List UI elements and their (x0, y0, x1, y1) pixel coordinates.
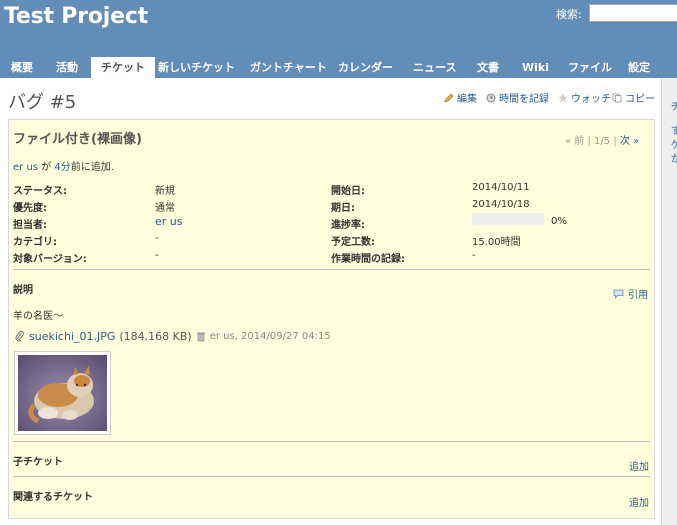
attr-value-priority: 通常 (155, 203, 175, 214)
attachment-size: (184.168 KB) (119, 330, 192, 343)
search-input[interactable] (589, 4, 677, 22)
quote-label: 引用 (628, 290, 648, 301)
attr-value-target-version: - (155, 250, 159, 261)
log-time-button[interactable]: 時間を記録 (486, 90, 549, 105)
description-body: 羊の名医～ (13, 311, 63, 322)
attr-value-spent-time: - (472, 250, 476, 261)
add-subtask-link[interactable]: 追加 (629, 458, 649, 473)
attr-label-estimated-time: 予定工数: (331, 237, 375, 248)
attachment-thumbnail[interactable] (14, 351, 111, 435)
tab-activity[interactable]: 活動 (56, 57, 78, 78)
tab-gantt[interactable]: ガントチャート (250, 57, 327, 78)
pagination-separator: | (587, 136, 591, 147)
attr-value-due-date: 2014/10/18 (472, 199, 530, 210)
attr-label-priority: 優先度: (13, 203, 47, 214)
attachment-author-date: er us, 2014/09/27 04:15 (209, 331, 331, 342)
tab-settings[interactable]: 設定 (628, 57, 650, 78)
search-label: 検索: (556, 8, 582, 21)
next-link[interactable]: 次 » (620, 136, 639, 147)
prev-link[interactable]: « 前 (565, 136, 584, 147)
main-menu: 概要 活動 チケット 新しいチケット ガントチャート カレンダー ニュース 文書… (0, 57, 677, 78)
description-title: 説明 (13, 285, 33, 296)
attr-label-status: ステータス: (13, 186, 67, 197)
divider (13, 476, 650, 477)
attr-label-due-date: 期日: (331, 203, 355, 214)
tab-new-issue[interactable]: 新しいチケット (158, 57, 235, 78)
issue-pagination: « 前 | 1/5 | 次 » (565, 132, 639, 147)
header: Test Project 検索: 概要 活動 チケット 新しいチケット ガントチ… (0, 0, 677, 78)
attachment-link[interactable]: suekichi_01.JPG (29, 330, 115, 343)
watch-label: ウォッチ (571, 94, 611, 105)
attr-value-category: - (155, 233, 159, 244)
edit-button[interactable]: 編集 (444, 90, 477, 105)
author-link[interactable]: er us (13, 162, 38, 173)
tab-calendar[interactable]: カレンダー (338, 57, 393, 78)
delete-icon[interactable] (196, 331, 206, 342)
copy-icon (612, 93, 622, 102)
author-suffix: 前に追加. (70, 162, 114, 173)
attr-value-start-date: 2014/10/11 (472, 182, 530, 193)
divider (13, 269, 650, 270)
attr-label-start-date: 開始日: (331, 186, 365, 197)
attr-label-done-ratio: 進捗率: (331, 220, 365, 231)
sidebar: チ す ゲ か (661, 78, 677, 525)
paperclip-icon (15, 331, 24, 342)
log-time-label: 時間を記録 (499, 94, 549, 105)
comment-icon (613, 289, 624, 299)
time-link[interactable]: 4分 (54, 162, 70, 173)
sidebar-text: ゲ (671, 140, 677, 151)
sidebar-text: す (671, 126, 677, 137)
star-icon (558, 93, 568, 102)
attachment-row: suekichi_01.JPG (184.168 KB) er us, 2014… (15, 330, 331, 343)
cat-photo (18, 355, 107, 431)
issue-details: ファイル付き(裸画像) « 前 | 1/5 | 次 » er us が 4分前に… (8, 119, 655, 519)
edit-label: 編集 (457, 94, 477, 105)
attr-value-estimated-time: 15.00時間 (472, 237, 521, 248)
relations-title: 関連するチケット (13, 492, 93, 503)
assignee-link[interactable]: er us (155, 215, 183, 228)
copy-label: コピー (625, 94, 655, 105)
project-title[interactable]: Test Project (4, 4, 148, 29)
add-relation-link[interactable]: 追加 (629, 494, 649, 509)
quote-button[interactable]: 引用 (613, 286, 648, 301)
pencil-icon (444, 93, 454, 102)
tab-documents[interactable]: 文書 (477, 57, 499, 78)
sidebar-text: チ (671, 102, 677, 113)
attr-label-assignee: 担当者: (13, 220, 47, 231)
pagination-separator: | (613, 136, 617, 147)
main-content: バグ #5 編集 時間を記録 ウォッチ コピー ファイル付き(裸画像) « 前 … (0, 78, 661, 525)
divider (13, 441, 650, 442)
attr-label-target-version: 対象バージョン: (13, 254, 87, 265)
sidebar-text: か (671, 154, 677, 165)
tab-issues[interactable]: チケット (91, 57, 155, 78)
attr-value-done-ratio: 0% (551, 216, 567, 227)
page-title: バグ #5 (8, 92, 77, 113)
tab-wiki[interactable]: Wiki (522, 57, 549, 78)
pagination-position: 1/5 (594, 136, 611, 147)
tab-overview[interactable]: 概要 (11, 57, 33, 78)
attr-label-spent-time: 作業時間の記録: (331, 254, 405, 265)
attr-label-category: カテゴリ: (13, 237, 57, 248)
progress-bar (472, 213, 544, 225)
subtasks-title: 子チケット (13, 457, 63, 468)
issue-subject: ファイル付き(裸画像) (13, 132, 142, 147)
copy-button[interactable]: コピー (612, 90, 655, 105)
author-line: er us が 4分前に追加. (13, 158, 114, 173)
author-mid: が (41, 162, 52, 173)
tab-files[interactable]: ファイル (568, 57, 612, 78)
attr-value-status: 新規 (155, 186, 175, 197)
clock-add-icon (486, 93, 496, 102)
watch-button[interactable]: ウォッチ (558, 90, 611, 105)
tab-news[interactable]: ニュース (413, 57, 456, 78)
